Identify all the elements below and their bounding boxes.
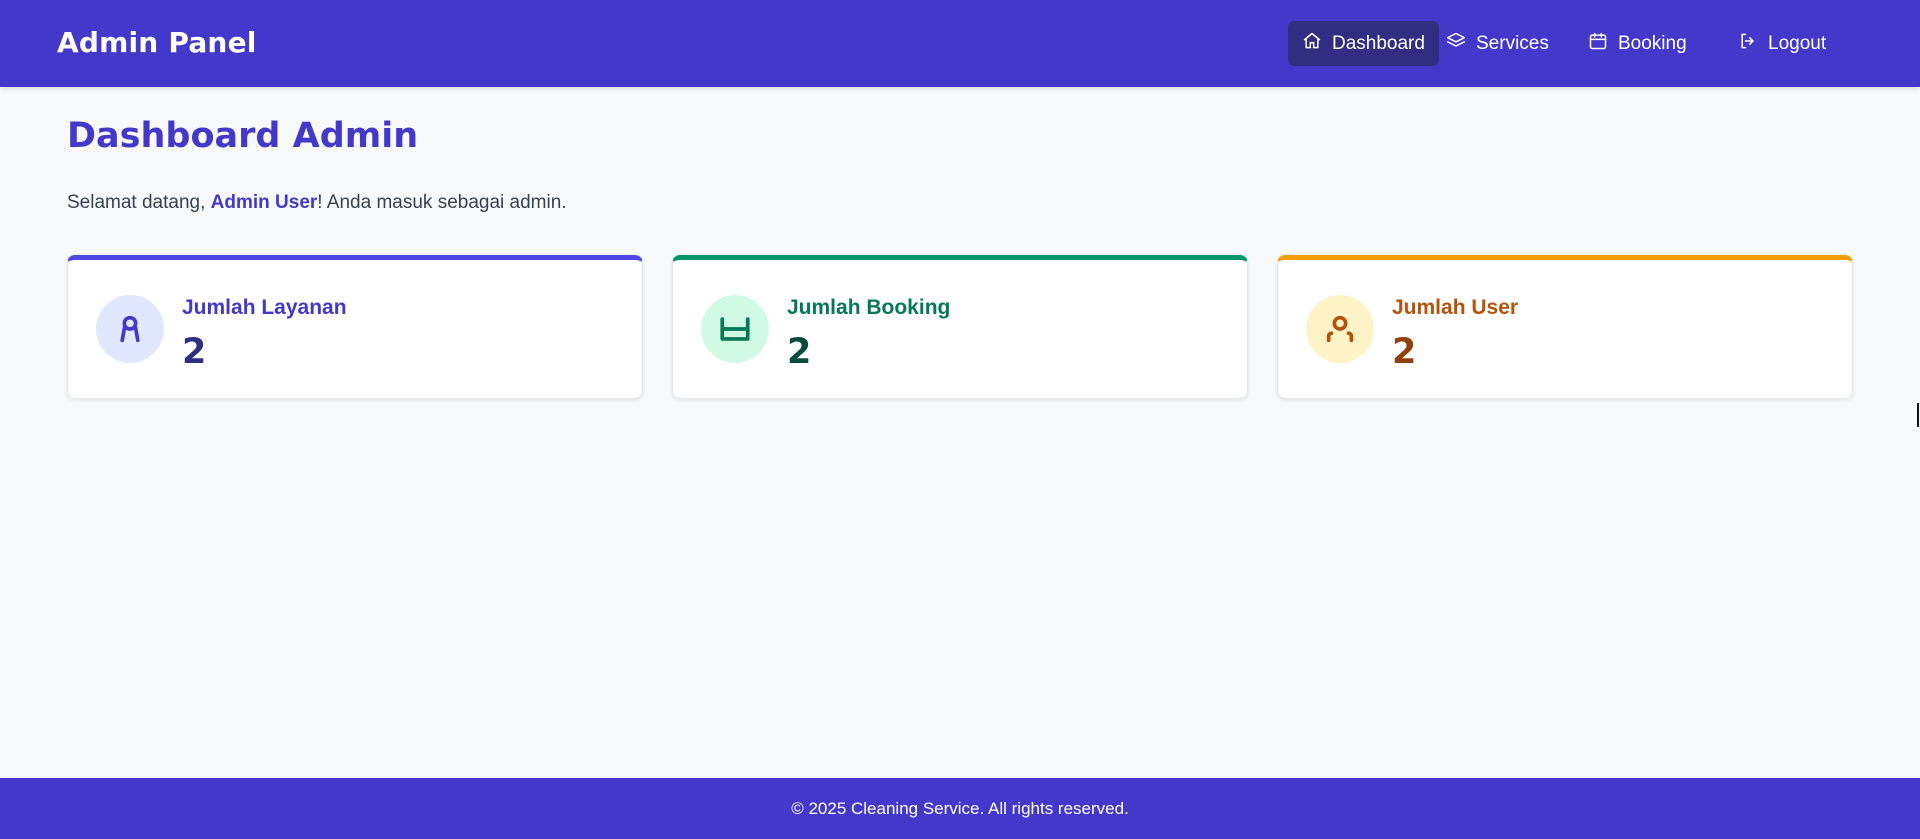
- calendar-icon: [1588, 31, 1608, 57]
- stat-card-label: Jumlah Layanan: [182, 296, 347, 319]
- stat-card-label: Jumlah Booking: [787, 296, 951, 319]
- top-navbar: Admin Panel Dashboard Services Booking L…: [0, 0, 1920, 87]
- brand-logo-text[interactable]: Admin Panel: [57, 26, 257, 59]
- nav-item-services[interactable]: Services: [1432, 21, 1563, 66]
- welcome-message: Selamat datang, Admin User! Anda masuk s…: [67, 192, 567, 214]
- nav-label: Dashboard: [1332, 32, 1425, 54]
- layers-icon: [1446, 31, 1466, 57]
- service-icon: [96, 295, 164, 363]
- stat-card-bookings: Jumlah Booking 2: [672, 255, 1248, 399]
- page-title: Dashboard Admin: [67, 116, 419, 156]
- footer-copyright: © 2025 Cleaning Service. All rights rese…: [791, 798, 1129, 818]
- stat-card-label: Jumlah User: [1392, 296, 1519, 319]
- text-cursor: [1917, 403, 1919, 427]
- stat-card-value: 2: [787, 332, 812, 372]
- welcome-prefix: Selamat datang,: [67, 192, 211, 213]
- footer: © 2025 Cleaning Service. All rights rese…: [0, 778, 1920, 839]
- welcome-suffix: ! Anda masuk sebagai admin.: [317, 192, 567, 213]
- nav-label: Booking: [1618, 32, 1687, 54]
- stat-card-services: Jumlah Layanan 2: [67, 255, 643, 399]
- booking-icon: [701, 295, 769, 363]
- stat-card-users: Jumlah User 2: [1277, 255, 1853, 399]
- welcome-username: Admin User: [210, 192, 318, 213]
- home-icon: [1302, 31, 1322, 57]
- nav-item-logout[interactable]: Logout: [1724, 21, 1840, 66]
- nav-label: Logout: [1768, 32, 1827, 54]
- nav-label: Services: [1476, 32, 1549, 54]
- user-icon: [1306, 295, 1374, 363]
- stat-card-value: 2: [182, 332, 207, 372]
- nav-item-booking[interactable]: Booking: [1574, 21, 1701, 66]
- logout-icon: [1738, 31, 1758, 57]
- nav-item-dashboard[interactable]: Dashboard: [1288, 21, 1439, 66]
- stat-card-value: 2: [1392, 332, 1417, 372]
